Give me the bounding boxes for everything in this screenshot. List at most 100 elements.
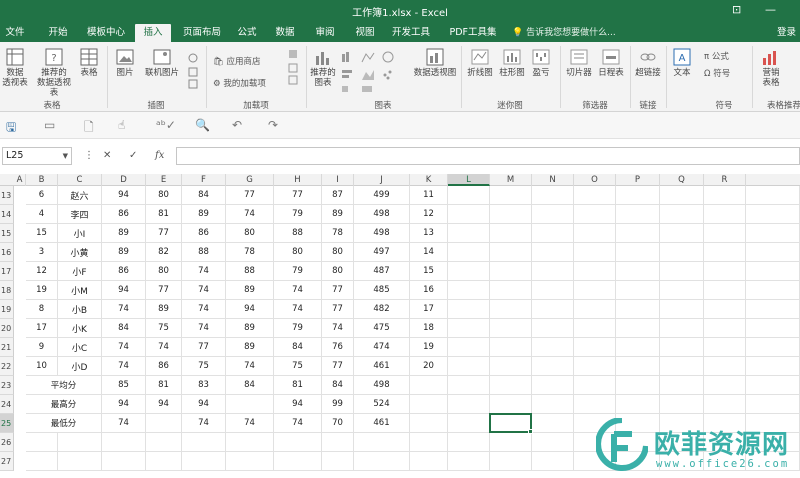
cell-d27[interactable]	[146, 452, 182, 471]
picture-button[interactable]: 图片	[112, 48, 138, 78]
cell-m24[interactable]	[532, 395, 574, 414]
cell-b18[interactable]: 小M	[58, 281, 102, 300]
name-box[interactable]: L25 ▼	[2, 147, 72, 165]
cell-d21[interactable]: 74	[146, 338, 182, 357]
cell-b27[interactable]	[58, 452, 102, 471]
cell-e24[interactable]: 94	[182, 395, 226, 414]
cell-f23[interactable]: 84	[226, 376, 274, 395]
cell-p15[interactable]	[660, 224, 704, 243]
cell-c19[interactable]: 74	[102, 300, 146, 319]
cell-i26[interactable]	[354, 433, 410, 452]
row-header-17[interactable]: 17	[0, 262, 14, 281]
cell-r21[interactable]	[746, 338, 800, 357]
cell-a19[interactable]: 8	[26, 300, 58, 319]
cell-j20[interactable]: 18	[410, 319, 448, 338]
cell-d19[interactable]: 89	[146, 300, 182, 319]
cell-p24[interactable]	[660, 395, 704, 414]
column-header-i[interactable]: I	[322, 174, 354, 186]
cell-r18[interactable]	[746, 281, 800, 300]
row-header-23[interactable]: 23	[0, 376, 14, 395]
cell-k22[interactable]	[448, 357, 490, 376]
tell-me-box[interactable]: 💡 告诉我您想要做什么...	[512, 24, 616, 42]
cell-a14[interactable]: 4	[26, 205, 58, 224]
cell-c21[interactable]: 74	[102, 338, 146, 357]
cell-a17[interactable]: 12	[26, 262, 58, 281]
column-header-k[interactable]: K	[410, 174, 448, 186]
cell-q18[interactable]	[704, 281, 746, 300]
cell-m22[interactable]	[532, 357, 574, 376]
cell-o23[interactable]	[616, 376, 660, 395]
cell-l24[interactable]	[490, 395, 532, 414]
cell-p18[interactable]	[660, 281, 704, 300]
cell-i24[interactable]: 524	[354, 395, 410, 414]
cell-a22[interactable]: 10	[26, 357, 58, 376]
column-header-f[interactable]: F	[182, 174, 226, 186]
cell-c20[interactable]: 84	[102, 319, 146, 338]
row-header-25[interactable]: 25	[0, 414, 14, 433]
cell-e14[interactable]: 89	[182, 205, 226, 224]
new-file-icon[interactable]: 🗋	[84, 118, 94, 139]
cell-p22[interactable]	[660, 357, 704, 376]
cell-j24[interactable]	[410, 395, 448, 414]
cell-i19[interactable]: 482	[354, 300, 410, 319]
cell-n19[interactable]	[574, 300, 616, 319]
cell-l27[interactable]	[490, 452, 532, 471]
cell-g23[interactable]: 81	[274, 376, 322, 395]
cell-m19[interactable]	[532, 300, 574, 319]
cell-r15[interactable]	[746, 224, 800, 243]
cell-m18[interactable]	[532, 281, 574, 300]
tab-pdf-tools[interactable]: PDF工具集	[446, 24, 500, 42]
cell-c16[interactable]: 89	[102, 243, 146, 262]
cell-p14[interactable]	[660, 205, 704, 224]
cell-n16[interactable]	[574, 243, 616, 262]
cell-g14[interactable]: 79	[274, 205, 322, 224]
cell-l20[interactable]	[490, 319, 532, 338]
cell-f19[interactable]: 94	[226, 300, 274, 319]
line-sparkline-button[interactable]: 折线图	[465, 48, 495, 78]
cell-e15[interactable]: 86	[182, 224, 226, 243]
my-addins-button[interactable]: ⚙ 我的加载项	[213, 77, 266, 89]
cell-m16[interactable]	[532, 243, 574, 262]
cell-m13[interactable]	[532, 186, 574, 205]
cell-l15[interactable]	[490, 224, 532, 243]
cell-a16[interactable]: 3	[26, 243, 58, 262]
cell-b16[interactable]: 小黄	[58, 243, 102, 262]
cell-f13[interactable]: 77	[226, 186, 274, 205]
cell-j21[interactable]: 19	[410, 338, 448, 357]
cell-i27[interactable]	[354, 452, 410, 471]
cell-g22[interactable]: 75	[274, 357, 322, 376]
cell-i18[interactable]: 485	[354, 281, 410, 300]
cell-h13[interactable]: 87	[322, 186, 354, 205]
cell-f18[interactable]: 89	[226, 281, 274, 300]
cell-o17[interactable]	[616, 262, 660, 281]
cell-j23[interactable]	[410, 376, 448, 395]
pivot-table-button[interactable]: 数据 透视表	[2, 48, 28, 88]
column-header-n[interactable]: N	[532, 174, 574, 186]
selected-cell[interactable]	[489, 413, 533, 434]
cell-o24[interactable]	[616, 395, 660, 414]
row-header-19[interactable]: 19	[0, 300, 14, 319]
cell-k21[interactable]	[448, 338, 490, 357]
cell-h18[interactable]: 77	[322, 281, 354, 300]
cell-b19[interactable]: 小B	[58, 300, 102, 319]
cell-m23[interactable]	[532, 376, 574, 395]
cell-d17[interactable]: 80	[146, 262, 182, 281]
cell-a26[interactable]	[26, 433, 58, 452]
cell-l16[interactable]	[490, 243, 532, 262]
cell-m14[interactable]	[532, 205, 574, 224]
cell-l17[interactable]	[490, 262, 532, 281]
column-header-p[interactable]: P	[616, 174, 660, 186]
column-header-g[interactable]: G	[226, 174, 274, 186]
symbol-button[interactable]: Ω 符号	[704, 67, 730, 79]
cell-g27[interactable]	[274, 452, 322, 471]
cell-q20[interactable]	[704, 319, 746, 338]
cell-q22[interactable]	[704, 357, 746, 376]
cell-o14[interactable]	[616, 205, 660, 224]
cell-k15[interactable]	[448, 224, 490, 243]
cell-l23[interactable]	[490, 376, 532, 395]
cell-n20[interactable]	[574, 319, 616, 338]
cell-r19[interactable]	[746, 300, 800, 319]
cell-a20[interactable]: 17	[26, 319, 58, 338]
cell-o19[interactable]	[616, 300, 660, 319]
cell-h21[interactable]: 76	[322, 338, 354, 357]
